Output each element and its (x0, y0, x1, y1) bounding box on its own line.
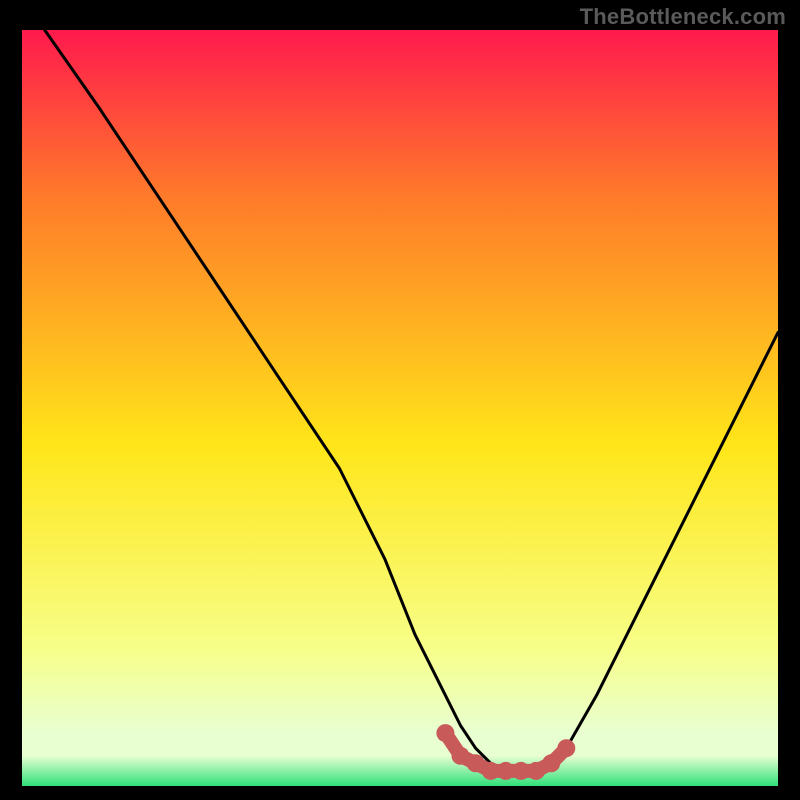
watermark-text: TheBottleneck.com (580, 4, 786, 30)
chart-svg (22, 30, 778, 786)
marker-dot (557, 739, 575, 757)
chart-frame: TheBottleneck.com (0, 0, 800, 800)
marker-dot (436, 724, 454, 742)
gradient-background (22, 30, 778, 786)
marker-dot (542, 754, 560, 772)
plot-area (22, 30, 778, 786)
